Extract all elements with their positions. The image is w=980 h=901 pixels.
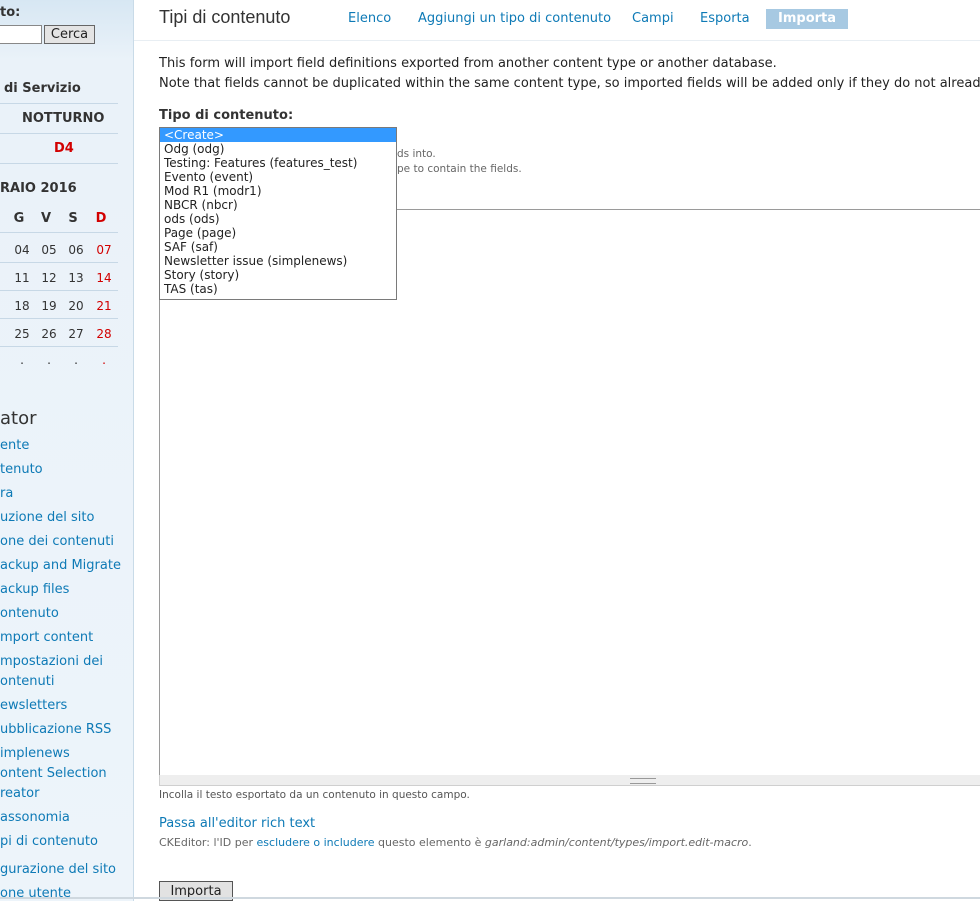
menu-item[interactable]: reator [0, 786, 39, 801]
calendar-day[interactable]: 11 [10, 271, 34, 285]
calendar-day: . [20, 353, 24, 367]
content-type-select[interactable]: <Create> Odg (odg) Testing: Features (fe… [159, 127, 397, 300]
calendar-day[interactable]: 18 [10, 299, 34, 313]
calendar-day[interactable]: 20 [64, 299, 88, 313]
ckeditor-note: CKEditor: l'ID per escludere o includere… [159, 836, 752, 849]
page-title: Tipi di contenuto [159, 7, 291, 27]
menu-item[interactable]: ackup files [0, 582, 69, 597]
menu-item[interactable]: tenuto [0, 462, 43, 477]
calendar-day-header: S [68, 211, 78, 226]
search-button[interactable]: Cerca [44, 25, 95, 44]
select-option[interactable]: Testing: Features (features_test) [160, 156, 396, 170]
rich-text-link[interactable]: Passa all'editor rich text [159, 816, 315, 831]
search-label: to: [0, 5, 21, 20]
calendar-day-header: D [95, 211, 107, 226]
menu-item[interactable]: ra [0, 486, 13, 501]
menu-item[interactable]: gurazione del sito [0, 862, 116, 877]
field-hint: ds into. [397, 148, 436, 160]
calendar-day: . [47, 353, 51, 367]
menu-item[interactable]: ontent Selection [0, 766, 107, 781]
select-option[interactable]: ods (ods) [160, 212, 396, 226]
calendar-day[interactable]: 06 [64, 243, 88, 257]
menu-block-title: ator [0, 408, 37, 429]
select-option[interactable]: <Create> [160, 128, 396, 142]
select-option[interactable]: Mod R1 (modr1) [160, 184, 396, 198]
divider [0, 163, 118, 164]
menu-item[interactable]: mpostazioni dei [0, 654, 103, 669]
sidebar: to: Cerca di Servizio NOTTURNO D4 RAIO 2… [0, 0, 134, 901]
calendar-day-header: G [13, 211, 25, 226]
calendar-day[interactable]: 25 [10, 327, 34, 341]
divider [0, 290, 118, 291]
divider [0, 262, 118, 263]
intro-note: Note that fields cannot be duplicated wi… [159, 76, 980, 91]
calendar-day: . [102, 353, 106, 367]
calendar-day[interactable]: 26 [37, 327, 61, 341]
shift-code: D4 [54, 141, 74, 156]
calendar-month: RAIO 2016 [0, 181, 77, 196]
select-option[interactable]: Evento (event) [160, 170, 396, 184]
menu-item[interactable]: ontenuto [0, 606, 59, 621]
calendar-day: . [74, 353, 78, 367]
select-option[interactable]: NBCR (nbcr) [160, 198, 396, 212]
select-option[interactable]: Page (page) [160, 226, 396, 240]
ckeditor-element-id: garland:admin/content/types/import.edit-… [484, 836, 749, 849]
tab-elenco[interactable]: Elenco [348, 9, 391, 29]
menu-item[interactable]: one dei contenuti [0, 534, 114, 549]
menu-item[interactable]: ackup and Migrate [0, 558, 121, 573]
search-input[interactable] [0, 25, 42, 44]
divider [0, 232, 118, 233]
content-type-label: Tipo di contenuto: [159, 108, 294, 123]
divider [0, 346, 118, 347]
divider [0, 133, 118, 134]
grip-icon [630, 778, 656, 784]
tab-esporta[interactable]: Esporta [700, 9, 750, 29]
tab-campi[interactable]: Campi [632, 9, 674, 29]
calendar-day[interactable]: 05 [37, 243, 61, 257]
ckeditor-middle: questo elemento è [378, 836, 482, 849]
page-bottom-border [0, 897, 980, 899]
select-option[interactable]: Newsletter issue (simplenews) [160, 254, 396, 268]
calendar-day-header: V [40, 211, 52, 226]
menu-item[interactable]: assonomia [0, 810, 70, 825]
divider [0, 318, 118, 319]
divider [0, 103, 118, 104]
calendar-day[interactable]: 07 [92, 243, 116, 257]
menu-item[interactable]: uzione del sito [0, 510, 94, 525]
calendar-day[interactable]: 21 [92, 299, 116, 313]
menu-item[interactable]: ontenuti [0, 674, 54, 689]
service-heading: di Servizio [4, 81, 81, 96]
select-option[interactable]: TAS (tas) [160, 282, 396, 296]
calendar-day[interactable]: 12 [37, 271, 61, 285]
menu-item[interactable]: ewsletters [0, 698, 67, 713]
select-option[interactable]: Odg (odg) [160, 142, 396, 156]
calendar-day[interactable]: 14 [92, 271, 116, 285]
menu-item[interactable]: pi di contenuto [0, 834, 98, 849]
select-option[interactable]: SAF (saf) [160, 240, 396, 254]
textarea-resize-grip[interactable] [159, 775, 980, 786]
shift-label: NOTTURNO [22, 111, 105, 126]
intro-text: This form will import field definitions … [159, 56, 777, 71]
menu-item[interactable]: implenews [0, 746, 70, 761]
menu-item[interactable]: mport content [0, 630, 93, 645]
calendar-day[interactable]: 13 [64, 271, 88, 285]
calendar-day[interactable]: 28 [92, 327, 116, 341]
tabs-divider [134, 40, 980, 41]
ckeditor-include-exclude-link[interactable]: escludere o includere [257, 836, 375, 849]
calendar-day[interactable]: 04 [10, 243, 34, 257]
ckeditor-suffix: . [748, 836, 752, 849]
calendar-day[interactable]: 27 [64, 327, 88, 341]
textarea-description: Incolla il testo esportato da un contenu… [159, 789, 470, 801]
menu-item[interactable]: ubblicazione RSS [0, 722, 111, 737]
ckeditor-prefix: CKEditor: l'ID per [159, 836, 254, 849]
calendar-day[interactable]: 19 [37, 299, 61, 313]
tab-importa[interactable]: Importa [766, 9, 849, 29]
menu-item[interactable]: ente [0, 438, 29, 453]
tab-add-content-type[interactable]: Aggiungi un tipo di contenuto [418, 9, 611, 29]
field-hint: pe to contain the fields. [397, 163, 522, 175]
select-option[interactable]: Story (story) [160, 268, 396, 282]
